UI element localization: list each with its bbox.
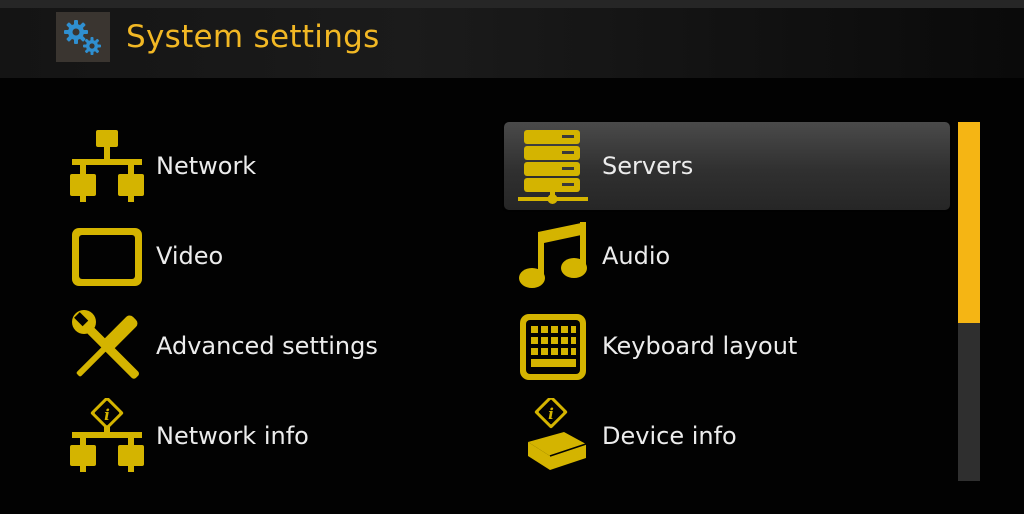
menu-item-label: Video xyxy=(156,242,224,270)
menu-item-video[interactable]: Video xyxy=(58,212,478,300)
menu-item-advanced-settings[interactable]: Advanced settings xyxy=(58,302,478,390)
menu-item-keyboard-layout[interactable]: Keyboard layout xyxy=(504,302,950,390)
menu-item-device-info[interactable]: i Device info xyxy=(504,392,950,480)
scrollbar-thumb[interactable] xyxy=(958,122,980,323)
device-info-icon: i xyxy=(528,398,587,470)
server-icon xyxy=(518,130,588,204)
page-title: System settings xyxy=(126,19,380,55)
menu-item-label: Advanced settings xyxy=(156,332,378,360)
monitor-icon xyxy=(72,228,142,286)
menu-item-servers[interactable]: Servers xyxy=(504,122,950,210)
network-info-icon: i xyxy=(70,398,144,472)
menu-item-network[interactable]: Network xyxy=(58,122,478,210)
keyboard-icon xyxy=(520,314,586,380)
menu-item-label: Device info xyxy=(602,422,737,450)
top-border xyxy=(0,0,1024,8)
svg-text:i: i xyxy=(104,406,110,424)
menu-item-label: Servers xyxy=(602,152,694,180)
menu-item-network-info[interactable]: i Network info xyxy=(58,392,478,480)
menu-item-label: Network info xyxy=(156,422,309,450)
menu-item-label: Keyboard layout xyxy=(602,332,798,360)
svg-text:i: i xyxy=(548,405,554,423)
gears-icon xyxy=(56,12,110,62)
scrollbar[interactable] xyxy=(958,122,980,481)
menu-item-label: Audio xyxy=(602,242,671,270)
music-note-icon xyxy=(519,222,587,288)
network-icon xyxy=(70,130,144,202)
header-bar: System settings xyxy=(0,8,1024,78)
menu-item-label: Network xyxy=(156,152,257,180)
tools-icon xyxy=(72,310,139,379)
menu-item-audio[interactable]: Audio xyxy=(504,212,950,300)
